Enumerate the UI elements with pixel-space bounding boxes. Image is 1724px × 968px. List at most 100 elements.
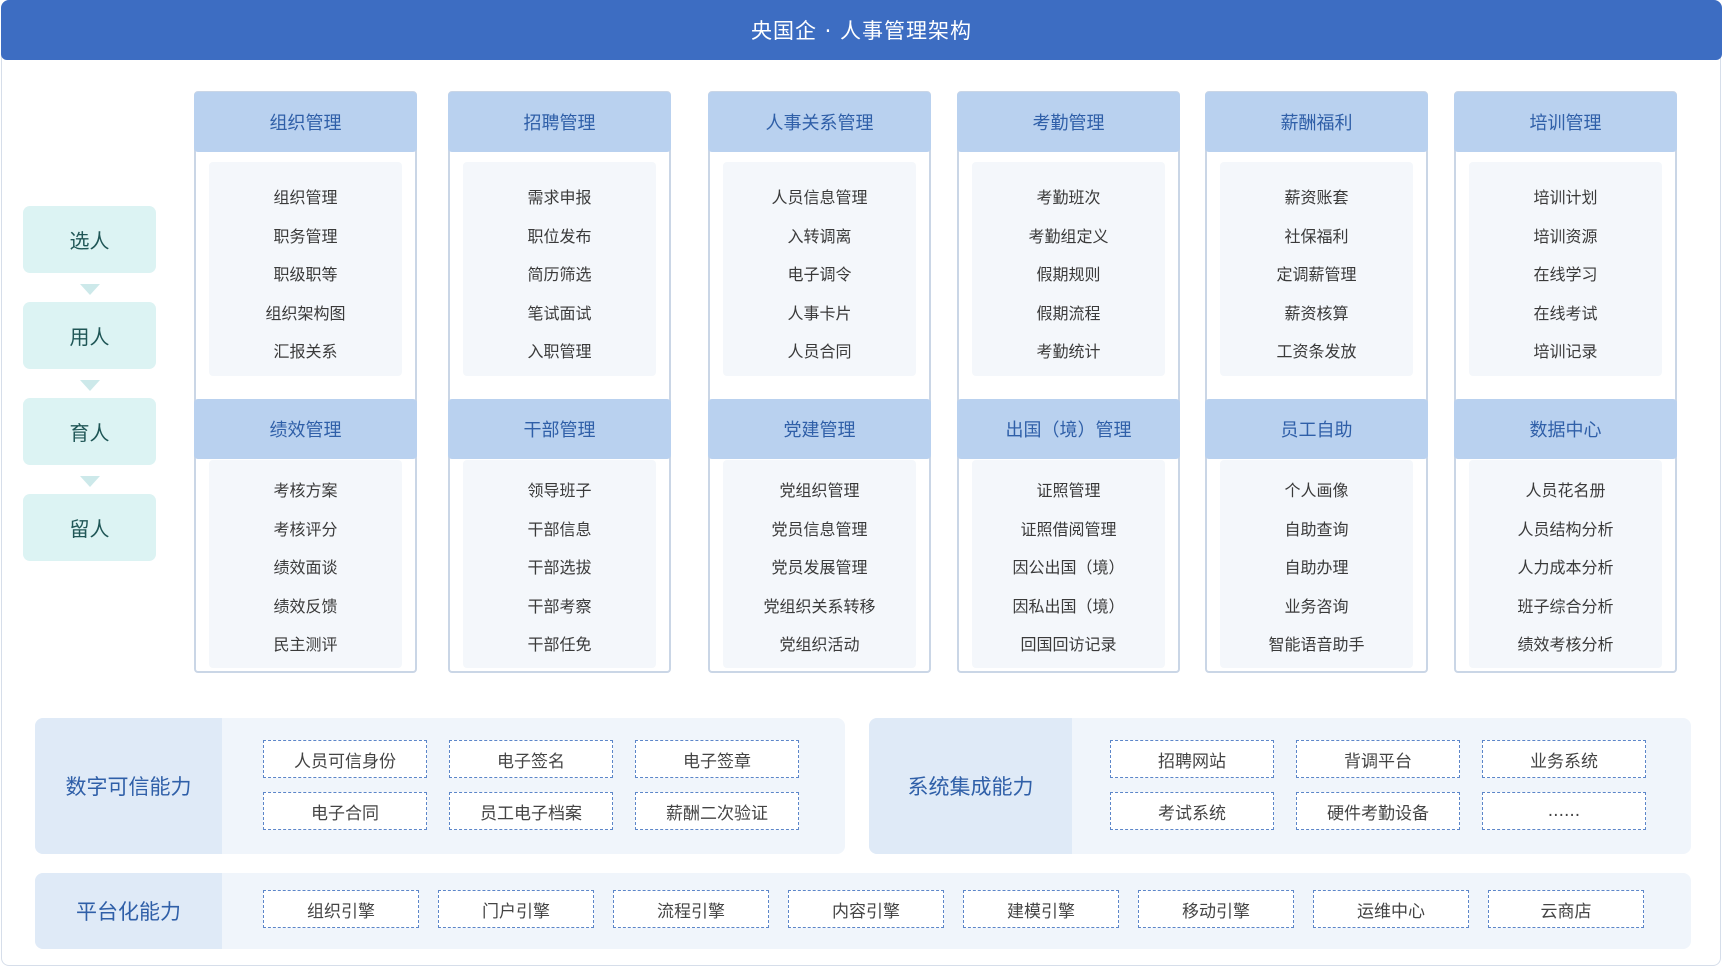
module-header[interactable]: 考勤管理 xyxy=(957,92,1180,152)
module-item[interactable]: 证照借阅管理 xyxy=(972,520,1165,540)
module-item[interactable]: 人员信息管理 xyxy=(723,188,916,208)
capability-chip: 移动引擎 xyxy=(1138,890,1294,928)
module-header[interactable]: 党建管理 xyxy=(708,399,931,459)
module-item[interactable]: 因私出国（境） xyxy=(972,597,1165,617)
page-title: 央国企 · 人事管理架构 xyxy=(1,0,1722,60)
module-item[interactable]: 薪资核算 xyxy=(1220,304,1413,324)
module-item[interactable]: 考勤班次 xyxy=(972,188,1165,208)
capability-chip: 人员可信身份 xyxy=(263,740,427,778)
module-item[interactable]: 培训记录 xyxy=(1469,342,1662,362)
module-item[interactable]: 假期流程 xyxy=(972,304,1165,324)
module-item[interactable]: 培训资源 xyxy=(1469,227,1662,247)
module-header[interactable]: 薪酬福利 xyxy=(1205,92,1428,152)
module-header[interactable]: 人事关系管理 xyxy=(708,92,931,152)
module-item[interactable]: 电子调令 xyxy=(723,265,916,285)
module-item[interactable]: 笔试面试 xyxy=(463,304,656,324)
module-item[interactable]: 班子综合分析 xyxy=(1469,597,1662,617)
module-item[interactable]: 组织管理 xyxy=(209,188,402,208)
stage-use: 用人 xyxy=(23,302,156,369)
module-item[interactable]: 人事卡片 xyxy=(723,304,916,324)
module-item[interactable]: 职位发布 xyxy=(463,227,656,247)
module-item[interactable]: 因公出国（境） xyxy=(972,558,1165,578)
module-header[interactable]: 招聘管理 xyxy=(448,92,671,152)
capability-chip: 流程引擎 xyxy=(613,890,769,928)
module-item[interactable]: 人员结构分析 xyxy=(1469,520,1662,540)
module-item[interactable]: 干部选拔 xyxy=(463,558,656,578)
stage-arrow xyxy=(80,284,100,295)
capability-chip: ...... xyxy=(1482,792,1646,830)
module-item[interactable]: 人力成本分析 xyxy=(1469,558,1662,578)
module-item[interactable]: 组织架构图 xyxy=(209,304,402,324)
digital-trust-panel: 数字可信能力 人员可信身份 电子签名 电子签章 电子合同 员工电子档案 薪酬二次… xyxy=(35,718,845,854)
module-item[interactable]: 社保福利 xyxy=(1220,227,1413,247)
module-item[interactable]: 党组织管理 xyxy=(723,481,916,501)
capability-chip: 硬件考勤设备 xyxy=(1296,792,1460,830)
capability-chip: 电子签章 xyxy=(635,740,799,778)
module-header[interactable]: 干部管理 xyxy=(448,399,671,459)
capability-chip: 业务系统 xyxy=(1482,740,1646,778)
module-item[interactable]: 培训计划 xyxy=(1469,188,1662,208)
module-item[interactable]: 考核方案 xyxy=(209,481,402,501)
module-item[interactable]: 干部信息 xyxy=(463,520,656,540)
module-item[interactable]: 人员花名册 xyxy=(1469,481,1662,501)
system-integration-panel: 系统集成能力 招聘网站 背调平台 业务系统 考试系统 硬件考勤设备 ...... xyxy=(869,718,1691,854)
module-item[interactable]: 入转调离 xyxy=(723,227,916,247)
module-item[interactable]: 回国回访记录 xyxy=(972,635,1165,655)
module-item[interactable]: 在线考试 xyxy=(1469,304,1662,324)
module-item[interactable]: 绩效面谈 xyxy=(209,558,402,578)
platform-panel: 平台化能力 组织引擎 门户引擎 流程引擎 内容引擎 建模引擎 移动引擎 运维中心… xyxy=(35,873,1691,949)
module-item[interactable]: 在线学习 xyxy=(1469,265,1662,285)
module-item[interactable]: 党组织关系转移 xyxy=(723,597,916,617)
module-header[interactable]: 绩效管理 xyxy=(194,399,417,459)
module-item[interactable]: 入职管理 xyxy=(463,342,656,362)
stage-arrow xyxy=(80,476,100,487)
capability-chip: 员工电子档案 xyxy=(449,792,613,830)
module-item[interactable]: 简历筛选 xyxy=(463,265,656,285)
capability-chip: 内容引擎 xyxy=(788,890,944,928)
module-item[interactable]: 自助查询 xyxy=(1220,520,1413,540)
module-item[interactable]: 需求申报 xyxy=(463,188,656,208)
capability-chip: 门户引擎 xyxy=(438,890,594,928)
module-item[interactable]: 考勤组定义 xyxy=(972,227,1165,247)
module-item[interactable]: 职级职等 xyxy=(209,265,402,285)
capability-chip: 电子签名 xyxy=(449,740,613,778)
module-item[interactable]: 证照管理 xyxy=(972,481,1165,501)
module-item[interactable]: 假期规则 xyxy=(972,265,1165,285)
module-item[interactable]: 人员合同 xyxy=(723,342,916,362)
capability-chip: 建模引擎 xyxy=(963,890,1119,928)
module-item[interactable]: 民主测评 xyxy=(209,635,402,655)
module-header[interactable]: 出国（境）管理 xyxy=(957,399,1180,459)
platform-label: 平台化能力 xyxy=(35,873,222,949)
module-item[interactable]: 工资条发放 xyxy=(1220,342,1413,362)
capability-chip: 电子合同 xyxy=(263,792,427,830)
capability-chip: 运维中心 xyxy=(1313,890,1469,928)
module-item[interactable]: 党组织活动 xyxy=(723,635,916,655)
module-header[interactable]: 数据中心 xyxy=(1454,399,1677,459)
module-item[interactable]: 业务咨询 xyxy=(1220,597,1413,617)
stage-retain: 留人 xyxy=(23,494,156,561)
capability-chip: 考试系统 xyxy=(1110,792,1274,830)
module-item[interactable]: 考勤统计 xyxy=(972,342,1165,362)
module-item[interactable]: 党员信息管理 xyxy=(723,520,916,540)
module-header[interactable]: 组织管理 xyxy=(194,92,417,152)
module-item[interactable]: 党员发展管理 xyxy=(723,558,916,578)
capability-chip: 招聘网站 xyxy=(1110,740,1274,778)
module-item[interactable]: 绩效考核分析 xyxy=(1469,635,1662,655)
module-item[interactable]: 干部考察 xyxy=(463,597,656,617)
module-item[interactable]: 薪资账套 xyxy=(1220,188,1413,208)
module-item[interactable]: 个人画像 xyxy=(1220,481,1413,501)
module-header[interactable]: 培训管理 xyxy=(1454,92,1677,152)
module-item[interactable]: 干部任免 xyxy=(463,635,656,655)
capability-chip: 背调平台 xyxy=(1296,740,1460,778)
module-item[interactable]: 绩效反馈 xyxy=(209,597,402,617)
module-item[interactable]: 汇报关系 xyxy=(209,342,402,362)
capability-chip: 组织引擎 xyxy=(263,890,419,928)
module-item[interactable]: 智能语音助手 xyxy=(1220,635,1413,655)
digital-trust-label: 数字可信能力 xyxy=(35,718,222,854)
module-item[interactable]: 自助办理 xyxy=(1220,558,1413,578)
module-item[interactable]: 职务管理 xyxy=(209,227,402,247)
module-item[interactable]: 领导班子 xyxy=(463,481,656,501)
module-item[interactable]: 考核评分 xyxy=(209,520,402,540)
module-header[interactable]: 员工自助 xyxy=(1205,399,1428,459)
module-item[interactable]: 定调薪管理 xyxy=(1220,265,1413,285)
